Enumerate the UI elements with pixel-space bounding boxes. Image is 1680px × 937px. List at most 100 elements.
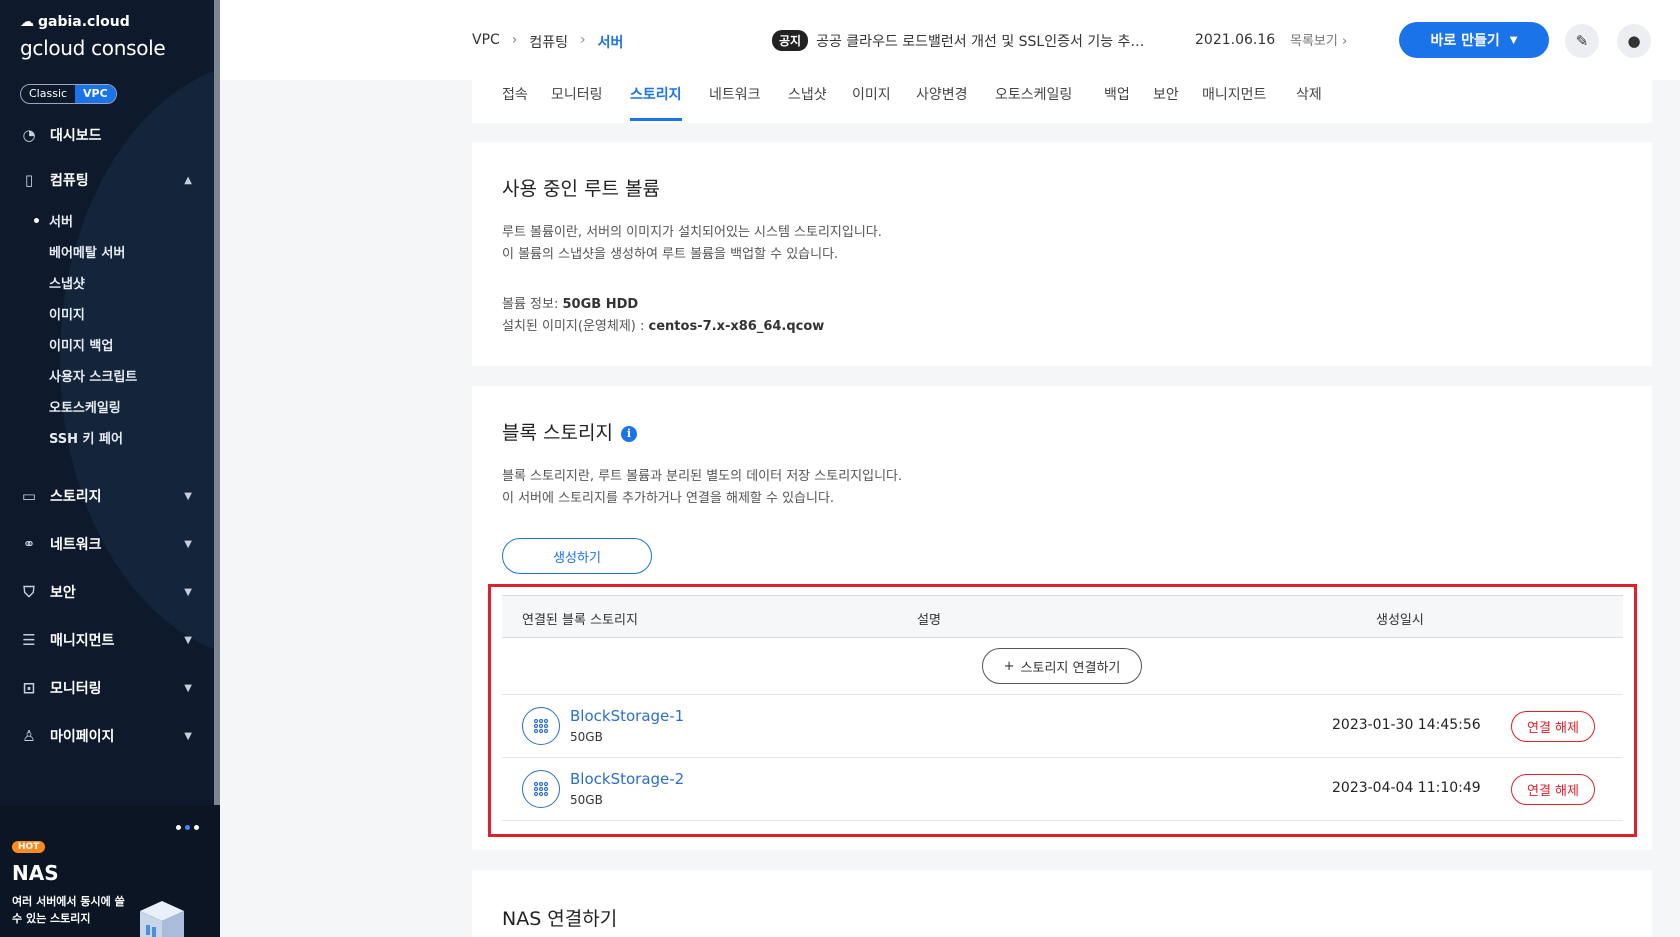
- toggle-classic[interactable]: Classic: [21, 85, 75, 103]
- storage-created: 2023-04-04 11:10:49: [1332, 780, 1481, 796]
- col-connected-storage: 연결된 블록 스토리지: [522, 613, 638, 628]
- col-created-at: 생성일시: [1376, 613, 1424, 628]
- chevron-right-icon: ›: [1341, 34, 1348, 49]
- chat-button[interactable]: ✎: [1565, 24, 1599, 58]
- disconnect-button[interactable]: 연결 해제: [1511, 774, 1595, 805]
- sidebar-item-monitoring[interactable]: ⊡ 모니터링 ▼: [0, 673, 214, 703]
- tab-snapshot[interactable]: 스냅샷: [788, 84, 827, 121]
- sidebar-item-network[interactable]: ⚭ 네트워크 ▼: [0, 529, 214, 559]
- nas-promo-banner[interactable]: HOT NAS 여러 서버에서 동시에 쓸 수 있는 스토리지: [0, 805, 220, 937]
- cloud-icon: ☁: [20, 14, 34, 30]
- sidebar-subitem-server[interactable]: 서버: [34, 211, 73, 230]
- sidebar-item-label: 대시보드: [50, 128, 102, 144]
- tab-storage[interactable]: 스토리지: [630, 84, 682, 121]
- nas-title: NAS 연결하기: [502, 908, 618, 930]
- connect-storage-label: 스토리지 연결하기: [1020, 660, 1121, 676]
- block-storage-icon: [522, 770, 560, 808]
- sidebar-item-label: 네트워크: [50, 537, 102, 553]
- sidebar-subitem-snapshot[interactable]: 스냅샷: [49, 273, 85, 292]
- installed-image-label: 설치된 이미지(운영체제) :: [502, 319, 645, 334]
- sidebar-item-mypage[interactable]: ♙ 마이페이지 ▼: [0, 721, 214, 751]
- table-row: BlockStorage-2 50GB 2023-04-04 11:10:49 …: [502, 758, 1623, 821]
- chevron-right-icon: ›: [511, 32, 518, 48]
- notice-list-label: 목록보기: [1290, 34, 1338, 49]
- root-volume-card: 사용 중인 루트 볼륨 루트 볼륨이란, 서버의 이미지가 설치되어있는 시스템…: [472, 142, 1652, 366]
- sidebar-item-computing[interactable]: ▯ 컴퓨팅 ▲: [0, 165, 214, 195]
- pulse-icon: ⊡: [22, 679, 36, 697]
- installed-image-value: centos-7.x-x86_64.qcow: [648, 319, 825, 334]
- block-storage-icon: [522, 707, 560, 745]
- platform-toggle: Classic VPC: [20, 84, 117, 104]
- volume-info-label: 볼륨 정보:: [502, 297, 559, 312]
- breadcrumb-computing[interactable]: 컴퓨팅: [529, 32, 568, 52]
- storage-size: 50GB: [570, 793, 603, 807]
- notice-tag: 공지: [772, 30, 809, 51]
- toggle-vpc[interactable]: VPC: [75, 85, 116, 103]
- breadcrumb-server[interactable]: 서버: [598, 32, 624, 52]
- sidebar-item-label: 스토리지: [50, 489, 102, 505]
- sidebar-item-label: 매니지먼트: [50, 633, 115, 649]
- tab-autoscaling[interactable]: 오토스케일링: [995, 84, 1072, 121]
- tab-backup[interactable]: 백업: [1104, 84, 1130, 121]
- brand-logo[interactable]: ☁ gabia.cloud gcloud console: [20, 14, 166, 60]
- sidebar-item-security[interactable]: ⛉ 보안 ▼: [0, 577, 214, 607]
- disconnect-button[interactable]: 연결 해제: [1511, 711, 1595, 742]
- volume-info-value: 50GB HDD: [562, 297, 639, 312]
- sidebar-subitem-image-backup[interactable]: 이미지 백업: [49, 335, 113, 354]
- grid-dots-icon: [533, 781, 549, 797]
- storage-name-link[interactable]: BlockStorage-1: [570, 707, 684, 725]
- block-storage-heading: 블록 스토리지 i: [502, 418, 637, 445]
- chevron-down-icon: ▼: [1509, 34, 1518, 46]
- tab-network[interactable]: 네트워크: [709, 84, 761, 121]
- sidebar-scrollbar[interactable]: [214, 0, 220, 805]
- connect-storage-button[interactable]: + 스토리지 연결하기: [982, 648, 1142, 684]
- chevron-down-icon: ▼: [184, 634, 192, 646]
- nas-card: NAS 연결하기: [472, 870, 1652, 937]
- shield-icon: ⛉: [23, 583, 35, 601]
- tab-image[interactable]: 이미지: [852, 84, 891, 121]
- volume-info: 볼륨 정보: 50GB HDD: [502, 294, 638, 316]
- table-header: 연결된 블록 스토리지 설명 생성일시: [502, 595, 1623, 638]
- promo-title: NAS: [12, 861, 59, 885]
- sidebar-subitem-autoscaling[interactable]: 오토스케일링: [49, 397, 121, 416]
- carousel-dots[interactable]: [176, 825, 199, 830]
- sidebar-subitem-ssh-keypair[interactable]: SSH 키 페어: [49, 428, 123, 447]
- notice-bar[interactable]: 공지 공공 클라우드 로드밸런서 개선 및 SSL인증서 기능 추…: [772, 30, 1156, 51]
- storage-cube-icon: [140, 901, 184, 937]
- sidebar-subitem-image[interactable]: 이미지: [49, 304, 85, 323]
- promo-desc: 여러 서버에서 동시에 쓸 수 있는 스토리지: [12, 895, 125, 925]
- grid-dots-icon: [533, 718, 549, 734]
- block-storage-desc-1: 블록 스토리지란, 루트 볼륨과 분리된 별도의 데이터 저장 스토리지입니다.: [502, 469, 903, 484]
- chevron-down-icon: ▼: [184, 730, 192, 742]
- breadcrumb: VPC › 컴퓨팅 › 서버: [472, 32, 623, 52]
- tab-delete[interactable]: 삭제: [1296, 84, 1322, 121]
- notice-date: 2021.06.16: [1195, 32, 1276, 48]
- quick-create-button[interactable]: 바로 만들기 ▼: [1399, 22, 1549, 58]
- root-volume-desc-1: 루트 볼륨이란, 서버의 이미지가 설치되어있는 시스템 스토리지입니다.: [502, 225, 882, 240]
- tab-security[interactable]: 보안: [1153, 84, 1179, 121]
- storage-name-link[interactable]: BlockStorage-2: [570, 770, 684, 788]
- quick-create-label: 바로 만들기: [1430, 33, 1500, 49]
- sidebar-item-dashboard[interactable]: ◔ 대시보드: [0, 120, 214, 150]
- create-storage-button[interactable]: 생성하기: [502, 538, 652, 574]
- notice-list-link[interactable]: 목록보기 ›: [1290, 30, 1347, 49]
- tab-monitoring[interactable]: 모니터링: [551, 84, 603, 121]
- sidebar-item-management[interactable]: ☰ 매니지먼트 ▼: [0, 625, 214, 655]
- server-rack-icon: ☰: [22, 631, 36, 649]
- sidebar: ☁ gabia.cloud gcloud console Classic VPC…: [0, 0, 220, 937]
- info-icon[interactable]: i: [620, 425, 637, 442]
- sidebar-subitem-baremetal[interactable]: 베어메탈 서버: [49, 242, 125, 261]
- tab-connect[interactable]: 접속: [502, 84, 528, 121]
- block-storage-title: 블록 스토리지: [502, 422, 613, 444]
- col-description: 설명: [917, 613, 941, 628]
- breadcrumb-vpc[interactable]: VPC: [472, 32, 500, 52]
- sidebar-subitem-user-script[interactable]: 사용자 스크립트: [49, 366, 137, 385]
- server-tabs: 접속 모니터링 스토리지 네트워크 스냅샷 이미지 사양변경 오토스케일링 백업…: [472, 80, 1652, 123]
- profile-button[interactable]: ●: [1617, 24, 1651, 58]
- tab-spec-change[interactable]: 사양변경: [916, 84, 968, 121]
- sidebar-item-storage[interactable]: ▭ 스토리지 ▼: [0, 481, 214, 511]
- block-storage-desc-2: 이 서버에 스토리지를 추가하거나 연결을 해제할 수 있습니다.: [502, 491, 835, 506]
- storage-size: 50GB: [570, 730, 603, 744]
- notice-text[interactable]: 공공 클라우드 로드밸런서 개선 및 SSL인증서 기능 추…: [816, 31, 1156, 51]
- tab-management[interactable]: 매니지먼트: [1202, 84, 1266, 121]
